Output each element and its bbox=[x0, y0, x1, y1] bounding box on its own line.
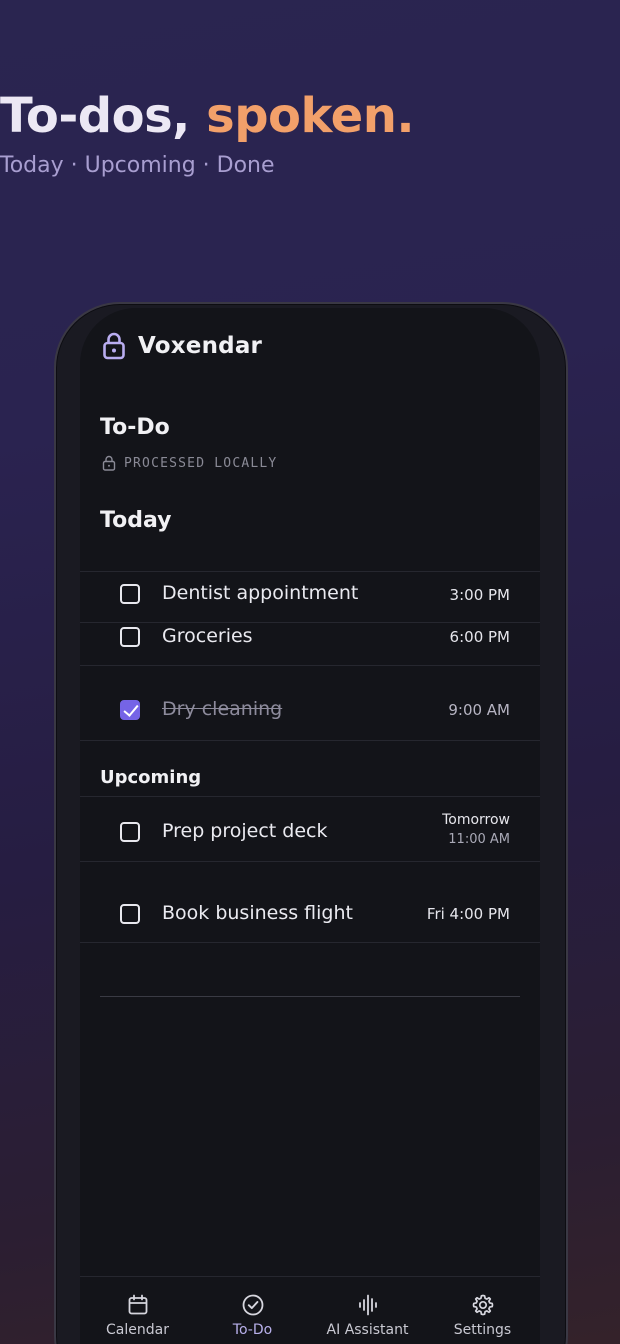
hero-title-main: To-dos, bbox=[0, 88, 207, 144]
task-time: Fri 4:00 PM bbox=[426, 905, 510, 923]
task-label: Book business flight bbox=[162, 902, 353, 924]
tab-label: To-Do bbox=[232, 1322, 273, 1338]
section-title-upcoming: Upcoming bbox=[100, 767, 202, 788]
page-title: To-Do bbox=[100, 415, 170, 440]
app-screen: Voxendar To-Do PROCESSED LOCALLY Today D… bbox=[80, 308, 540, 1344]
section-title-today: Today bbox=[100, 508, 172, 533]
task-checkbox[interactable] bbox=[120, 822, 140, 842]
tab-ai-assistant[interactable]: AI Assistant bbox=[310, 1277, 425, 1344]
bottom-tab-bar: Calendar To-Do AI Assistant Settings bbox=[80, 1276, 540, 1344]
hero-title: To-dos, spoken. bbox=[0, 88, 620, 144]
list-end-divider bbox=[100, 996, 520, 997]
task-time: 3:00 PM bbox=[449, 586, 510, 604]
calendar-icon bbox=[128, 1294, 147, 1315]
task-label: Dentist appointment bbox=[162, 582, 359, 604]
hero-subtitle: Today · Upcoming · Done bbox=[0, 153, 275, 178]
check-circle-icon bbox=[242, 1294, 263, 1316]
task-row[interactable]: Prep project deck Tomorrow 11:00 AM bbox=[80, 797, 540, 861]
tab-label: AI Assistant bbox=[326, 1322, 409, 1338]
tab-calendar[interactable]: Calendar bbox=[80, 1277, 195, 1344]
hero-title-accent: spoken. bbox=[206, 88, 415, 144]
task-checkbox[interactable] bbox=[120, 904, 140, 924]
tab-todo[interactable]: To-Do bbox=[195, 1277, 310, 1344]
task-row[interactable]: Dry cleaning 9:00 AM bbox=[80, 666, 540, 740]
task-row[interactable]: Groceries 6:00 PM bbox=[80, 623, 540, 665]
processed-locally-label: PROCESSED LOCALLY bbox=[124, 455, 278, 471]
waveform-icon bbox=[358, 1294, 377, 1316]
task-time-hour: 11:00 AM bbox=[448, 832, 510, 847]
task-time: 9:00 AM bbox=[448, 701, 510, 719]
divider bbox=[80, 740, 540, 741]
task-row[interactable]: Book business flight Fri 4:00 PM bbox=[80, 862, 540, 942]
tab-settings[interactable]: Settings bbox=[425, 1277, 540, 1344]
gear-icon bbox=[472, 1294, 493, 1316]
processed-locally-badge: PROCESSED LOCALLY bbox=[102, 455, 277, 471]
app-name: Voxendar bbox=[138, 333, 263, 359]
task-row[interactable]: Dentist appointment 3:00 PM bbox=[80, 572, 540, 622]
task-time: 6:00 PM bbox=[449, 628, 510, 646]
divider bbox=[80, 942, 540, 943]
task-time: Tomorrow 11:00 AM bbox=[442, 812, 510, 847]
task-checkbox-checked[interactable] bbox=[120, 700, 140, 720]
task-label: Groceries bbox=[162, 625, 253, 647]
task-time-day: Tomorrow bbox=[442, 812, 510, 828]
tab-label: Settings bbox=[453, 1322, 512, 1338]
app-header: Voxendar bbox=[102, 332, 262, 360]
small-lock-icon bbox=[102, 455, 116, 471]
task-label: Dry cleaning bbox=[162, 698, 283, 720]
lock-icon bbox=[103, 332, 125, 360]
task-label: Prep project deck bbox=[162, 820, 328, 842]
task-checkbox[interactable] bbox=[120, 584, 140, 604]
tab-label: Calendar bbox=[106, 1322, 169, 1338]
task-checkbox[interactable] bbox=[120, 627, 140, 647]
